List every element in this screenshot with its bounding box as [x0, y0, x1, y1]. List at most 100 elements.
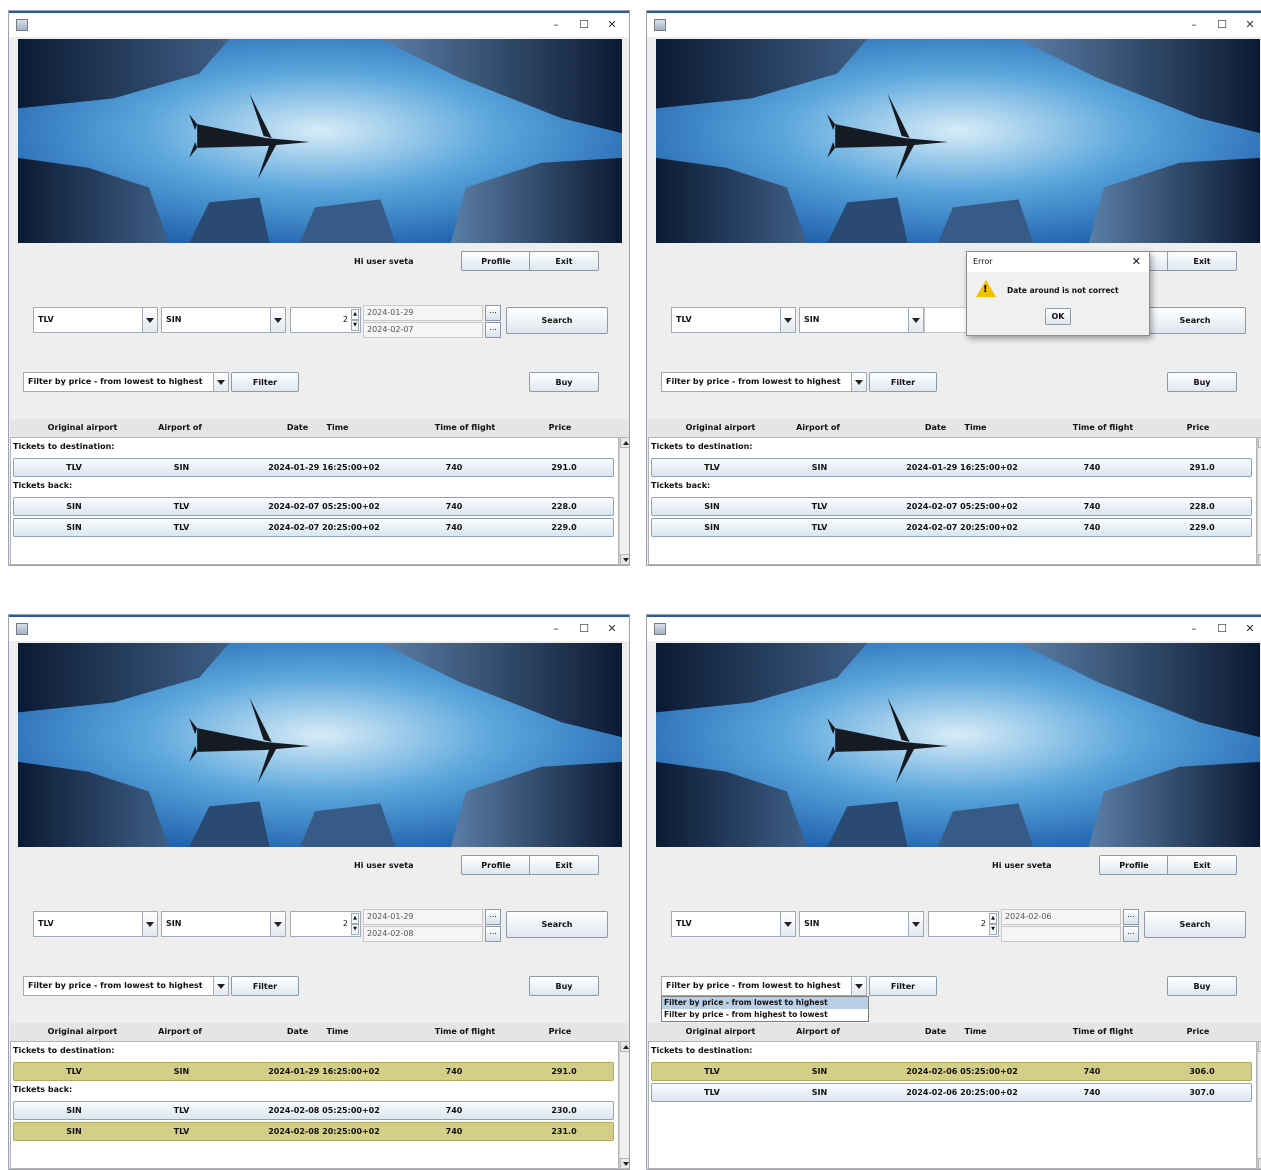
exit-button[interactable]: Exit [529, 251, 599, 271]
return-date-field[interactable]: 2024-02-07 [363, 322, 483, 338]
destination-select[interactable]: SIN [799, 307, 924, 333]
spinner-up-icon[interactable]: ▲ [351, 913, 359, 924]
return-date-picker-button[interactable]: ... [485, 322, 501, 338]
maximize-button[interactable]: ☐ [1209, 619, 1235, 639]
profile-button[interactable]: Profile [1099, 855, 1169, 875]
profile-button[interactable]: Profile [461, 251, 531, 271]
vertical-scrollbar[interactable] [1257, 1041, 1261, 1169]
spinner-down-icon[interactable]: ▼ [351, 924, 359, 935]
chevron-down-icon[interactable] [780, 912, 795, 936]
chevron-down-icon[interactable] [908, 308, 923, 332]
close-button[interactable]: ✕ [1237, 619, 1261, 639]
filter-options-list[interactable]: Filter by price - from lowest to highest… [661, 996, 869, 1022]
filter-select[interactable]: Filter by price - from lowest to highest [661, 976, 867, 996]
buy-button[interactable]: Buy [529, 372, 599, 392]
destination-select[interactable]: SIN [799, 911, 924, 937]
table-row[interactable]: SIN TLV 2024-02-07 20:25:00+02 740 229.0 [651, 518, 1252, 537]
departure-date-field[interactable]: 2024-01-29 [363, 305, 483, 321]
departure-date-field[interactable]: 2024-01-29 [363, 909, 483, 925]
destination-select[interactable]: SIN [161, 911, 286, 937]
origin-select[interactable]: TLV [671, 911, 796, 937]
chevron-down-icon[interactable] [908, 912, 923, 936]
filter-button[interactable]: Filter [231, 372, 299, 392]
filter-button[interactable]: Filter [231, 976, 299, 996]
close-button[interactable]: ✕ [1237, 15, 1261, 35]
spinner-up-icon[interactable]: ▲ [989, 913, 997, 924]
passengers-spinner[interactable]: 2 ▲ ▼ [290, 307, 361, 333]
origin-select[interactable]: TLV [671, 307, 796, 333]
spinner-down-icon[interactable]: ▼ [351, 320, 359, 331]
table-row[interactable]: TLV SIN 2024-02-06 20:25:00+02 740 307.0 [651, 1083, 1252, 1102]
filter-select[interactable]: Filter by price - from lowest to highest [23, 372, 229, 392]
minimize-button[interactable]: – [543, 619, 569, 639]
return-date-picker-button[interactable]: ... [485, 926, 501, 942]
vertical-scrollbar[interactable] [619, 1041, 629, 1169]
scroll-down-icon[interactable] [620, 554, 629, 565]
return-date-field[interactable]: 2024-02-08 [363, 926, 483, 942]
origin-select[interactable]: TLV [33, 307, 158, 333]
filter-option[interactable]: Filter by price - from lowest to highest [662, 997, 868, 1009]
table-row[interactable]: SIN TLV 2024-02-07 05:25:00+02 740 228.0 [13, 497, 614, 516]
table-row[interactable]: SIN TLV 2024-02-08 20:25:00+02 740 231.0 [13, 1122, 614, 1141]
exit-button[interactable]: Exit [1167, 855, 1237, 875]
dialog-close-icon[interactable]: ✕ [1132, 252, 1141, 272]
chevron-down-icon[interactable] [213, 977, 228, 995]
maximize-button[interactable]: ☐ [571, 15, 597, 35]
table-row[interactable]: SIN TLV 2024-02-07 20:25:00+02 740 229.0 [13, 518, 614, 537]
buy-button[interactable]: Buy [1167, 372, 1237, 392]
chevron-down-icon[interactable] [142, 912, 157, 936]
minimize-button[interactable]: – [1181, 619, 1207, 639]
filter-select[interactable]: Filter by price - from lowest to highest [661, 372, 867, 392]
departure-date-picker-button[interactable]: ... [485, 909, 501, 925]
origin-select[interactable]: TLV [33, 911, 158, 937]
chevron-down-icon[interactable] [270, 912, 285, 936]
table-row[interactable]: TLV SIN 2024-01-29 16:25:00+02 740 291.0 [13, 1062, 614, 1081]
vertical-scrollbar[interactable] [619, 437, 629, 565]
search-button[interactable]: Search [506, 911, 608, 938]
table-row[interactable]: TLV SIN 2024-02-06 05:25:00+02 740 306.0 [651, 1062, 1252, 1081]
spinner-down-icon[interactable]: ▼ [989, 924, 997, 935]
profile-button[interactable]: Profile [461, 855, 531, 875]
chevron-down-icon[interactable] [213, 373, 228, 391]
chevron-down-icon[interactable] [851, 373, 866, 391]
exit-button[interactable]: Exit [529, 855, 599, 875]
buy-button[interactable]: Buy [529, 976, 599, 996]
close-button[interactable]: ✕ [599, 15, 625, 35]
chevron-down-icon[interactable] [851, 977, 866, 995]
chevron-down-icon[interactable] [142, 308, 157, 332]
filter-option[interactable]: Filter by price - from highest to lowest [662, 1009, 868, 1021]
filter-button[interactable]: Filter [869, 372, 937, 392]
scroll-down-icon[interactable] [620, 1158, 629, 1169]
maximize-button[interactable]: ☐ [1209, 15, 1235, 35]
return-date-picker-button[interactable]: ... [1123, 926, 1139, 942]
passengers-spinner[interactable]: 2 ▲ ▼ [928, 911, 999, 937]
departure-date-picker-button[interactable]: ... [485, 305, 501, 321]
maximize-button[interactable]: ☐ [571, 619, 597, 639]
scroll-up-icon[interactable] [620, 437, 629, 448]
table-row[interactable]: SIN TLV 2024-02-07 05:25:00+02 740 228.0 [651, 497, 1252, 516]
table-row[interactable]: TLV SIN 2024-01-29 16:25:00+02 740 291.0 [651, 458, 1252, 477]
buy-button[interactable]: Buy [1167, 976, 1237, 996]
filter-select[interactable]: Filter by price - from lowest to highest [23, 976, 229, 996]
return-date-field[interactable] [1001, 926, 1121, 942]
chevron-down-icon[interactable] [270, 308, 285, 332]
search-button[interactable]: Search [506, 307, 608, 334]
minimize-button[interactable]: – [543, 15, 569, 35]
table-row[interactable]: TLV SIN 2024-01-29 16:25:00+02 740 291.0 [13, 458, 614, 477]
scroll-up-icon[interactable] [620, 1041, 629, 1052]
close-button[interactable]: ✕ [599, 619, 625, 639]
vertical-scrollbar[interactable] [1257, 437, 1261, 565]
departure-date-field[interactable]: 2024-02-06 [1001, 909, 1121, 925]
passengers-spinner[interactable]: 2 ▲ ▼ [290, 911, 361, 937]
spinner-up-icon[interactable]: ▲ [351, 309, 359, 320]
table-row[interactable]: SIN TLV 2024-02-08 05:25:00+02 740 230.0 [13, 1101, 614, 1120]
filter-button[interactable]: Filter [869, 976, 937, 996]
chevron-down-icon[interactable] [780, 308, 795, 332]
exit-button[interactable]: Exit [1167, 251, 1237, 271]
ok-button[interactable]: OK [1045, 308, 1071, 325]
departure-date-picker-button[interactable]: ... [1123, 909, 1139, 925]
search-button[interactable]: Search [1144, 911, 1246, 938]
destination-select[interactable]: SIN [161, 307, 286, 333]
minimize-button[interactable]: – [1181, 15, 1207, 35]
search-button[interactable]: Search [1144, 307, 1246, 334]
